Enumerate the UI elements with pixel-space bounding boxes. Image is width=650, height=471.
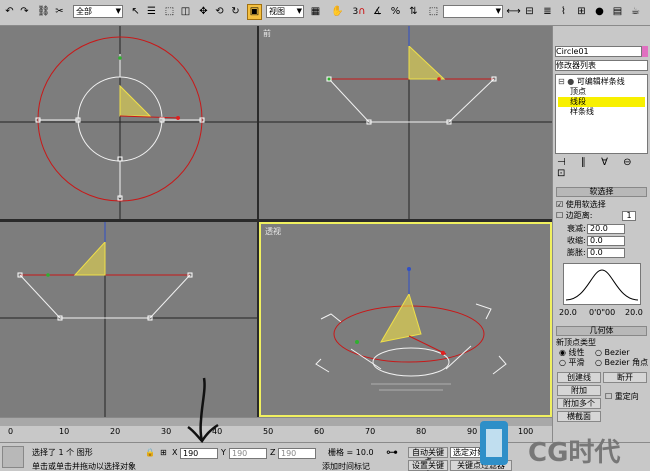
cg-logo-icon (476, 415, 512, 471)
schematic-icon[interactable]: ⊞ (574, 4, 589, 20)
radio-bezier[interactable]: ○ Bezier (595, 348, 647, 358)
render-icon[interactable]: ☕ (628, 4, 643, 20)
select-icon[interactable]: ↖ (128, 4, 143, 20)
layer-icon[interactable]: ≣ (540, 4, 555, 20)
unlink-icon[interactable]: ✂ (52, 4, 67, 20)
cross-section-button[interactable]: 横截面 (557, 411, 601, 422)
lock-icon[interactable]: 🔒 (145, 448, 155, 458)
top-viewport-canvas (0, 26, 257, 219)
attach-multiple-button[interactable]: 附加多个 (557, 398, 601, 409)
add-time-tag[interactable]: 添加时间标记 (322, 462, 370, 471)
rotate2-icon[interactable]: ↻ (228, 4, 243, 20)
timeline-tick-label: 20 (110, 427, 121, 436)
link-icon[interactable]: ⛓ (36, 4, 51, 20)
break-button[interactable]: 断开 (603, 372, 647, 383)
x-coordinate-field[interactable]: 190 (180, 448, 218, 459)
falloff-curve-graph (563, 263, 641, 305)
top-viewport[interactable] (0, 26, 257, 219)
stack-item-spline[interactable]: 样条线 (570, 107, 644, 117)
set-key-button[interactable]: 设置关键点 (408, 460, 448, 471)
modifier-list-dropdown[interactable]: 修改器列表 (555, 60, 648, 71)
rotate-icon[interactable]: ⟲ (212, 4, 227, 20)
select-name-icon[interactable]: ☰ (144, 4, 159, 20)
transform-mode-icon[interactable]: ⊞ (160, 448, 167, 458)
timeline-tick-label: 50 (263, 427, 274, 436)
timeline-tick-label: 100 (518, 427, 534, 436)
perspective-viewport-canvas (315, 267, 507, 391)
move-icon[interactable]: ✥ (196, 4, 211, 20)
attach-button[interactable]: 附加 (557, 385, 601, 396)
object-name-field[interactable]: Circle01 (555, 46, 642, 57)
stack-tools-icons[interactable]: ⊣ ∥ ∀ ⊖ ⊡ (557, 157, 650, 179)
reorient-checkbox[interactable]: ☐ 重定向 (605, 392, 647, 402)
angle-snap-icon[interactable]: ∡ (370, 4, 385, 20)
status-bar: 选择了 1 个 图形 单击或单击并拖动以选择对象 🔒 ⊞ X 190 Y 190… (0, 421, 650, 471)
viewport-area: 前 透视 (0, 26, 552, 417)
3dsmax-window: ↶ ↷ ⛓ ✂ 全部 ▼ ↖ ☰ ⬚ ◫ ✥ ⟲ ↻ ▣ 视图 ▼ ▦ ✋ 3 ∩ ∡… (0, 0, 650, 471)
timeline-ticks: 0 10 20 30 40 50 60 70 80 90 100 (0, 427, 552, 441)
window-crossing-icon[interactable]: ◫ (178, 4, 193, 20)
material-icon[interactable]: ● (592, 4, 607, 20)
stack-item-vertex[interactable]: 顶点 (570, 87, 644, 97)
named-selection-icon[interactable]: ⬚ (426, 4, 441, 20)
soft-selection-rollout[interactable]: 软选择 (556, 187, 647, 197)
z-coordinate-field[interactable]: 190 (278, 448, 316, 459)
timeline-tick-label: 70 (365, 427, 376, 436)
spinner-snap-icon[interactable]: ⇅ (406, 4, 421, 20)
radio-bezier-corner[interactable]: ○ Bezier 角点 (595, 358, 648, 368)
selection-status: 选择了 1 个 图形 (32, 448, 93, 457)
named-selection-dropdown[interactable]: ▼ (443, 5, 503, 18)
timeline-tick-label: 10 (59, 427, 70, 436)
new-vertex-type-label: 新顶点类型 (556, 338, 596, 347)
undo-icon[interactable]: ↶ (2, 4, 17, 20)
z-label: Z (270, 448, 276, 457)
prompt-line: 单击或单击并拖动以选择对象 (32, 462, 136, 471)
timeline[interactable]: 0 10 20 30 40 50 60 70 80 90 100 (0, 417, 552, 442)
use-soft-selection-checkbox[interactable]: ☑ 使用软选择 (556, 200, 647, 210)
snap-icon[interactable]: 3 ∩ (350, 4, 368, 20)
y-coordinate-field[interactable]: 190 (229, 448, 267, 459)
mirror-icon[interactable]: ⟷ (506, 4, 521, 20)
scale-icon[interactable]: ▣ (247, 4, 262, 20)
object-color-swatch[interactable] (642, 46, 648, 57)
auto-key-button[interactable]: 自动关键点 (408, 447, 448, 466)
perspective-viewport[interactable]: 透视 (259, 222, 552, 417)
timeline-tick-label: 80 (416, 427, 427, 436)
time-slider[interactable] (0, 418, 552, 426)
curve-right-value: 20.0 (625, 308, 643, 317)
stack-item-editable-spline[interactable]: ⊟ ● 可编辑样条线 (558, 77, 644, 87)
pinch-row[interactable]: 收缩: 0.0 (567, 236, 647, 246)
x-label: X (172, 448, 178, 457)
pivot-icon[interactable]: ▦ (308, 4, 323, 20)
percent-snap-icon[interactable]: % (388, 4, 403, 20)
render-setup-icon[interactable]: ▤ (610, 4, 625, 20)
y-label: Y (221, 448, 226, 457)
manipulate-icon[interactable]: ✋ (330, 4, 345, 20)
timeline-tick-label: 0 (8, 427, 14, 436)
region-icon[interactable]: ⬚ (162, 4, 177, 20)
align-icon[interactable]: ⊟ (522, 4, 537, 20)
create-line-button[interactable]: 创建线 (557, 372, 601, 383)
edge-distance-row[interactable]: ☐ 边距离: 1 (556, 211, 647, 221)
redo-icon[interactable]: ↷ (17, 4, 32, 20)
geometry-rollout[interactable]: 几何体 (556, 326, 647, 336)
selection-filter-dropdown[interactable]: 全部 ▼ (73, 5, 123, 18)
bubble-row[interactable]: 膨胀: 0.0 (567, 248, 647, 258)
maxscript-listener-icon[interactable] (2, 446, 24, 468)
front-viewport[interactable]: 前 (259, 26, 552, 219)
reference-coord-dropdown[interactable]: 视图 ▼ (266, 5, 304, 18)
main-toolbar: ↶ ↷ ⛓ ✂ 全部 ▼ ↖ ☰ ⬚ ◫ ✥ ⟲ ↻ ▣ 视图 ▼ ▦ ✋ 3 ∩ ∡… (0, 0, 650, 26)
front-viewport-canvas (259, 26, 552, 219)
falloff-row[interactable]: 衰减: 20.0 (567, 224, 647, 234)
key-icon[interactable]: ⊶ (386, 446, 398, 458)
stack-item-segment[interactable]: 线段 (558, 97, 645, 107)
timeline-tick-label: 30 (161, 427, 172, 436)
curve-editor-icon[interactable]: ⌇ (556, 4, 571, 20)
grid-size: 栅格 = 10.0 (328, 448, 374, 457)
annotation-arrow (187, 377, 219, 443)
cg-logo-text: CG时代 (528, 438, 621, 468)
timeline-tick-label: 60 (314, 427, 325, 436)
command-panel: Circle01 修改器列表 ⊟ ● 可编辑样条线 顶点 线段 样条线 ⊣ ∥ … (552, 26, 650, 456)
modifier-stack: ⊟ ● 可编辑样条线 顶点 线段 样条线 (555, 74, 648, 154)
